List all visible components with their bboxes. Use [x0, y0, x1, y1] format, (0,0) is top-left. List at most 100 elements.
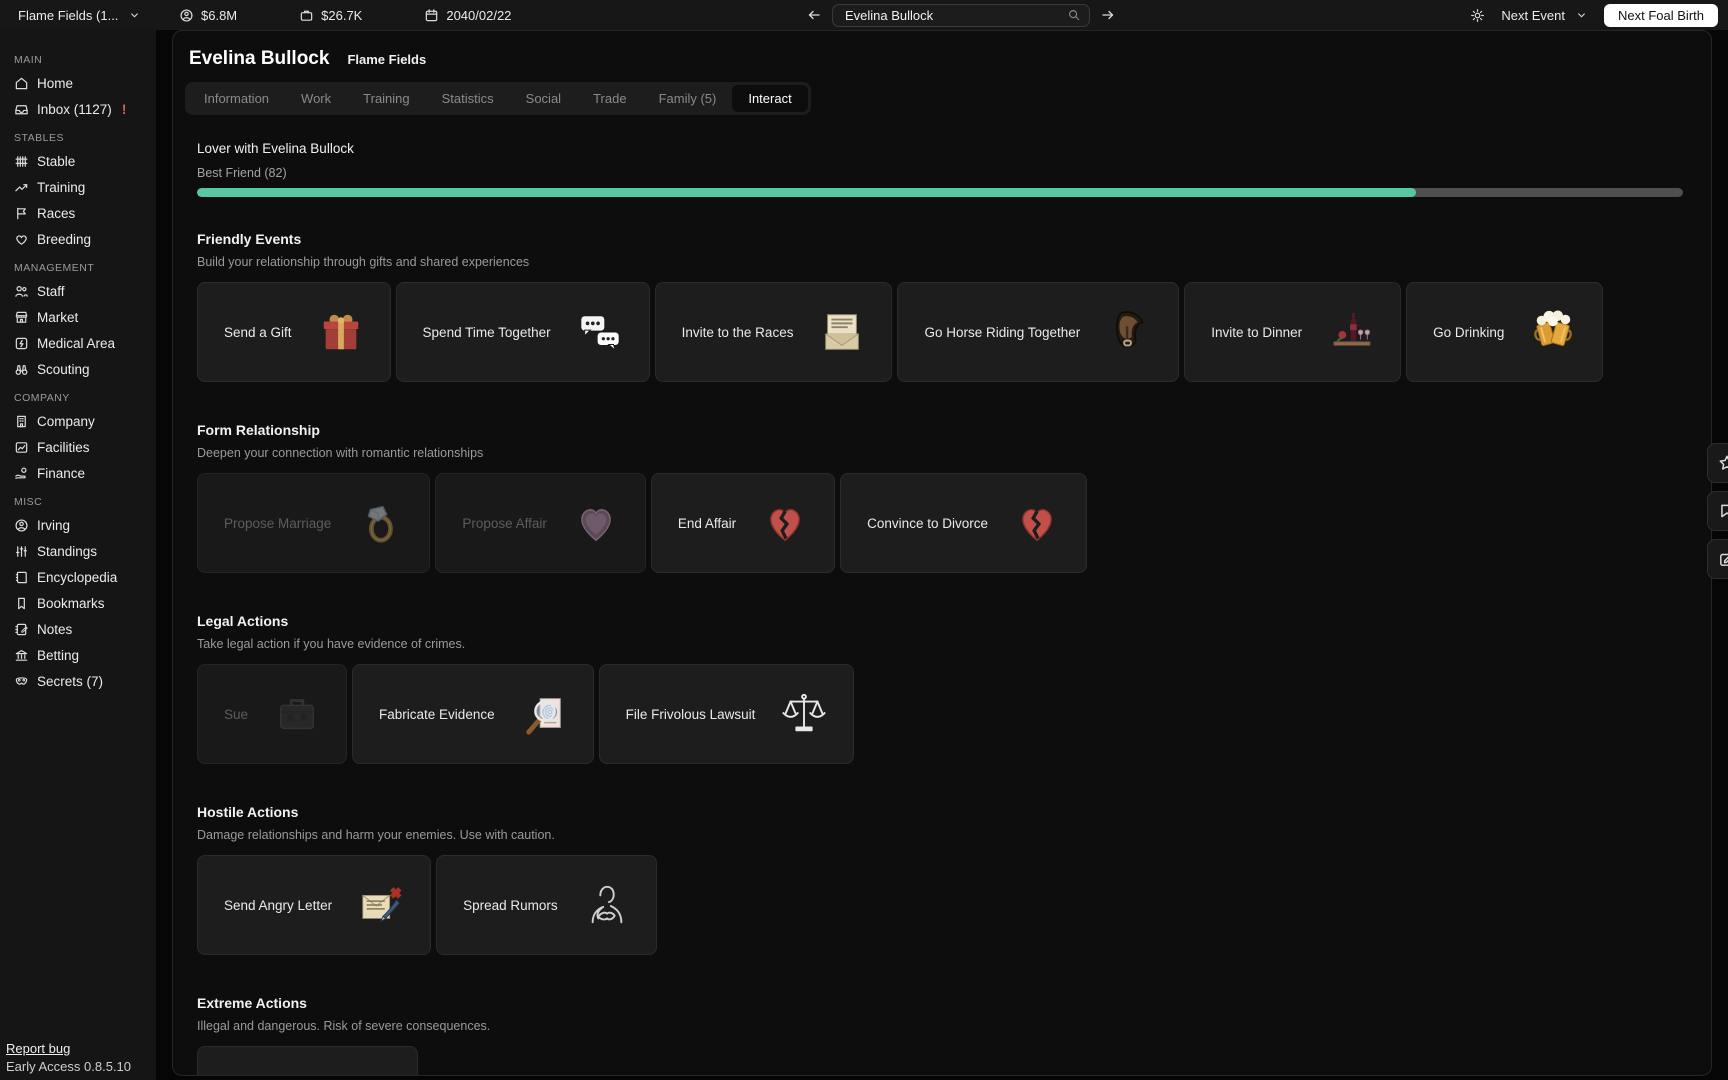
sidebar-item-company[interactable]: Company — [14, 408, 156, 434]
users-icon — [14, 284, 29, 299]
sidebar-item-market[interactable]: Market — [14, 304, 156, 330]
sidebar-item-home[interactable]: Home — [14, 70, 156, 96]
end-affair-button[interactable]: End Affair — [651, 473, 835, 573]
section-friendly-events: Friendly Events Build your relationship … — [197, 231, 1681, 382]
file-frivolous-lawsuit-button[interactable]: File Frivolous Lawsuit — [599, 664, 855, 764]
sidebar-item-training[interactable]: Training — [14, 174, 156, 200]
notes-rail-button[interactable] — [1707, 539, 1728, 579]
favorites-rail-button[interactable] — [1707, 443, 1728, 483]
search-input[interactable] — [845, 8, 1067, 23]
app-footer: Report bug Early Access 0.8.5.10 — [6, 1041, 131, 1074]
back-arrow-button[interactable] — [806, 7, 822, 23]
convince-to-divorce-button[interactable]: Convince to Divorce — [840, 473, 1087, 573]
page-subtitle: Flame Fields — [347, 52, 426, 67]
sidebar-item-finance[interactable]: Finance — [14, 460, 156, 486]
sidebar-item-label: Irving — [37, 518, 70, 533]
sidebar-item-races[interactable]: Races — [14, 200, 156, 226]
sidebar-item-encyclopedia[interactable]: Encyclopedia — [14, 564, 156, 590]
business-cash-value: $26.7K — [321, 8, 362, 23]
arrange-murder-button[interactable]: Arrange Murder — [197, 1046, 418, 1076]
action-label: Fabricate Evidence — [379, 707, 495, 722]
sidebar-item-label: Betting — [37, 648, 79, 663]
relationship-status: Lover with Evelina Bullock — [197, 141, 1681, 156]
sidebar-item-facilities[interactable]: Facilities — [14, 434, 156, 460]
sidebar-item-label: Bookmarks — [37, 596, 105, 611]
settings-button[interactable] — [1470, 8, 1485, 23]
bookmark-rail-button[interactable] — [1707, 491, 1728, 531]
tab-interact[interactable]: Interact — [732, 85, 807, 112]
sidebar-item-label: Races — [37, 206, 75, 221]
sidebar-item-label: Secrets (7) — [37, 674, 103, 689]
building-icon — [14, 414, 29, 429]
tab-training[interactable]: Training — [347, 85, 425, 112]
go-horse-riding-button[interactable]: Go Horse Riding Together — [897, 282, 1179, 382]
action-label: Go Drinking — [1433, 325, 1504, 340]
stable-selector[interactable]: Flame Fields (1... — [18, 8, 153, 23]
sue-button[interactable]: Sue — [197, 664, 347, 764]
sidebar-item-scouting[interactable]: Scouting — [14, 356, 156, 382]
side-rail — [1707, 443, 1728, 579]
section-subtitle: Take legal action if you have evidence o… — [197, 637, 1681, 651]
propose-affair-button[interactable]: Propose Affair — [435, 473, 646, 573]
sidebar-item-bookmarks[interactable]: Bookmarks — [14, 590, 156, 616]
sidebar-item-standings[interactable]: Standings — [14, 538, 156, 564]
section-subtitle: Damage relationships and harm your enemi… — [197, 828, 1681, 842]
sidebar-item-staff[interactable]: Staff — [14, 278, 156, 304]
sidebar-item-notes[interactable]: Notes — [14, 616, 156, 642]
next-event-dropdown[interactable]: Next Event — [1501, 8, 1588, 23]
sidebar-item-label: Medical Area — [37, 336, 115, 351]
send-gift-button[interactable]: Send a Gift — [197, 282, 391, 382]
propose-marriage-button[interactable]: Propose Marriage — [197, 473, 430, 573]
next-foal-birth-button[interactable]: Next Foal Birth — [1604, 4, 1718, 27]
sidebar-section-company: COMPANY Company Facilities Finance — [14, 392, 156, 486]
calendar-icon — [424, 8, 439, 23]
sidebar-item-irving[interactable]: Irving — [14, 512, 156, 538]
mask-icon — [14, 674, 29, 689]
spend-time-together-button[interactable]: Spend Time Together — [396, 282, 650, 382]
sidebar-item-medical-area[interactable]: Medical Area — [14, 330, 156, 356]
tab-work[interactable]: Work — [285, 85, 347, 112]
spread-rumors-button[interactable]: Spread Rumors — [436, 855, 657, 955]
tab-family[interactable]: Family (5) — [643, 85, 733, 112]
action-label: File Frivolous Lawsuit — [626, 707, 756, 722]
tab-information[interactable]: Information — [188, 85, 285, 112]
sidebar-item-inbox[interactable]: Inbox (1127) ! — [14, 96, 156, 122]
sidebar-section-title: MISC — [14, 496, 156, 508]
sidebar-item-label: Scouting — [37, 362, 90, 377]
sidebar-item-label: Facilities — [37, 440, 90, 455]
home-icon — [14, 76, 29, 91]
relationship-block: Lover with Evelina Bullock Best Friend (… — [197, 141, 1681, 197]
sidebar-item-label: Market — [37, 310, 78, 325]
note-edit-icon — [1718, 550, 1728, 568]
section-subtitle: Illegal and dangerous. Risk of severe co… — [197, 1019, 1681, 1033]
sidebar-item-secrets[interactable]: Secrets (7) — [14, 668, 156, 694]
game-date-value: 2040/02/22 — [446, 8, 511, 23]
action-label: Go Horse Riding Together — [924, 325, 1080, 340]
sidebar-item-stable[interactable]: Stable — [14, 148, 156, 174]
invite-to-dinner-button[interactable]: Invite to Dinner — [1184, 282, 1401, 382]
sidebar-item-label: Training — [37, 180, 85, 195]
sidebar-section-misc: MISC Irving Standings Encyclopedia Bookm… — [14, 496, 156, 694]
go-drinking-button[interactable]: Go Drinking — [1406, 282, 1603, 382]
tab-statistics[interactable]: Statistics — [426, 85, 510, 112]
action-label: Sue — [224, 707, 248, 722]
beer-mugs-icon — [1530, 309, 1576, 355]
sidebar-item-betting[interactable]: Betting — [14, 642, 156, 668]
forward-arrow-button[interactable] — [1100, 7, 1116, 23]
report-bug-link[interactable]: Report bug — [6, 1041, 131, 1056]
sidebar-section-title: MANAGEMENT — [14, 262, 156, 274]
send-angry-letter-button[interactable]: Send Angry Letter — [197, 855, 431, 955]
tab-social[interactable]: Social — [510, 85, 577, 112]
notes-icon — [14, 622, 29, 637]
action-label: Spread Rumors — [463, 898, 558, 913]
sidebar-item-breeding[interactable]: Breeding — [14, 226, 156, 252]
ring-icon — [357, 500, 403, 546]
hostile-actions-cards: Send Angry Letter Spread Rumors — [197, 855, 1681, 955]
fabricate-evidence-button[interactable]: Fabricate Evidence — [352, 664, 594, 764]
letter-icon — [819, 309, 865, 355]
magnifier-fingerprint-icon — [521, 691, 567, 737]
tab-trade[interactable]: Trade — [577, 85, 642, 112]
sidebar-section-main: MAIN Home Inbox (1127) ! — [14, 54, 156, 122]
invite-to-races-button[interactable]: Invite to the Races — [655, 282, 893, 382]
chat-bubbles-icon — [577, 309, 623, 355]
